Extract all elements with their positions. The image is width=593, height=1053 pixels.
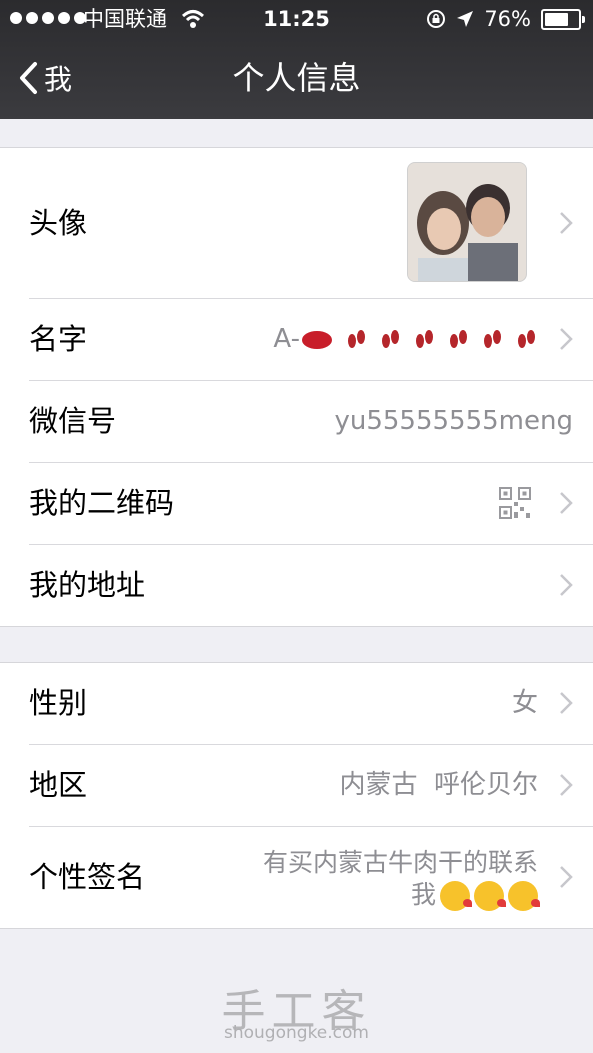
- signature-value: 有买内蒙古牛肉干的联系 我: [208, 847, 540, 911]
- lips-emoji-icon: [302, 330, 332, 349]
- battery-percent: 76%: [484, 7, 531, 31]
- top-bar: 中国联通 11:25 76% 我 个人信息: [0, 0, 593, 119]
- wechat-id-label: 微信号: [29, 404, 117, 438]
- row-gender[interactable]: 性别 女: [29, 663, 593, 745]
- region-label: 地区: [29, 768, 88, 802]
- address-label: 我的地址: [29, 568, 146, 602]
- chevron-right-icon: [560, 212, 573, 234]
- chevron-right-icon: [560, 492, 573, 514]
- location-arrow-icon: [457, 11, 474, 27]
- kiss-emoji-icon: [474, 881, 506, 911]
- profile-group-main: 头像 名字 A- 微信号 yu55555555meng 我的二维码 我的地址: [0, 147, 593, 627]
- name-prefix: A-: [273, 324, 300, 354]
- signature-label: 个性签名: [29, 860, 146, 894]
- chevron-right-icon: [560, 774, 573, 796]
- chevron-right-icon: [560, 574, 573, 596]
- page-title: 个人信息: [232, 59, 361, 97]
- row-avatar[interactable]: 头像: [29, 148, 593, 299]
- signature-line-2: 我: [410, 880, 436, 909]
- footprints-emoji-icon: [484, 329, 501, 348]
- battery-icon: [541, 8, 585, 30]
- navigation-bar: 我 个人信息: [0, 38, 593, 119]
- name-value: A-: [273, 299, 538, 380]
- row-qr-code[interactable]: 我的二维码: [29, 463, 593, 545]
- row-wechat-id: 微信号 yu55555555meng: [29, 381, 593, 463]
- chevron-right-icon: [560, 866, 573, 888]
- watermark-url: shougongke.com: [224, 1023, 369, 1043]
- name-label: 名字: [29, 322, 88, 356]
- region-value: 内蒙古 呼伦贝尔: [339, 770, 538, 800]
- qr-code-icon: [499, 487, 531, 519]
- chevron-right-icon: [560, 328, 573, 350]
- row-my-address[interactable]: 我的地址: [29, 545, 593, 626]
- footprints-emoji-icon: [518, 329, 535, 348]
- qr-label: 我的二维码: [29, 486, 175, 520]
- footprints-emoji-icon: [348, 329, 365, 348]
- kiss-emoji-icon: [508, 881, 540, 911]
- footprints-emoji-icon: [450, 329, 467, 348]
- profile-group-details: 性别 女 地区 内蒙古 呼伦贝尔 个性签名 有买内蒙古牛肉干的联系 我: [0, 662, 593, 929]
- chevron-right-icon: [560, 692, 573, 714]
- avatar-label: 头像: [29, 206, 88, 240]
- rotation-lock-icon: [427, 10, 446, 28]
- avatar: [407, 162, 527, 282]
- gender-label: 性别: [29, 686, 88, 720]
- row-region[interactable]: 地区 内蒙古 呼伦贝尔: [29, 745, 593, 827]
- footprints-emoji-icon: [382, 329, 399, 348]
- wechat-id-value: yu55555555meng: [334, 406, 573, 436]
- kiss-emoji-icon: [440, 881, 472, 911]
- status-bar: 中国联通 11:25 76%: [0, 0, 593, 38]
- footprints-emoji-icon: [416, 329, 433, 348]
- row-signature[interactable]: 个性签名 有买内蒙古牛肉干的联系 我: [29, 827, 593, 928]
- row-name[interactable]: 名字 A-: [29, 299, 593, 381]
- signature-line-1: 有买内蒙古牛肉干的联系: [262, 848, 538, 877]
- gender-value: 女: [511, 688, 538, 718]
